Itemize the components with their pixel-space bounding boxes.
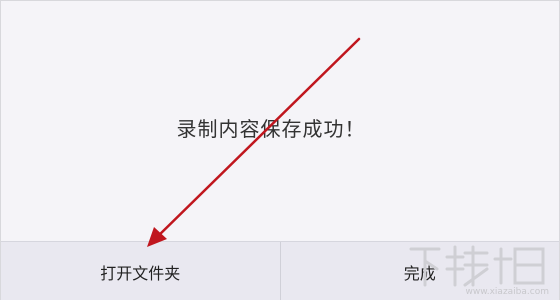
watermark-url: www.xiazaiba.com — [465, 287, 549, 297]
save-success-message: 录制内容保存成功！ — [176, 117, 366, 141]
save-success-dialog: 录制内容保存成功！ 打开文件夹 完成 www.xiazaiba.com — [0, 0, 560, 300]
open-folder-button[interactable]: 打开文件夹 — [1, 242, 281, 300]
